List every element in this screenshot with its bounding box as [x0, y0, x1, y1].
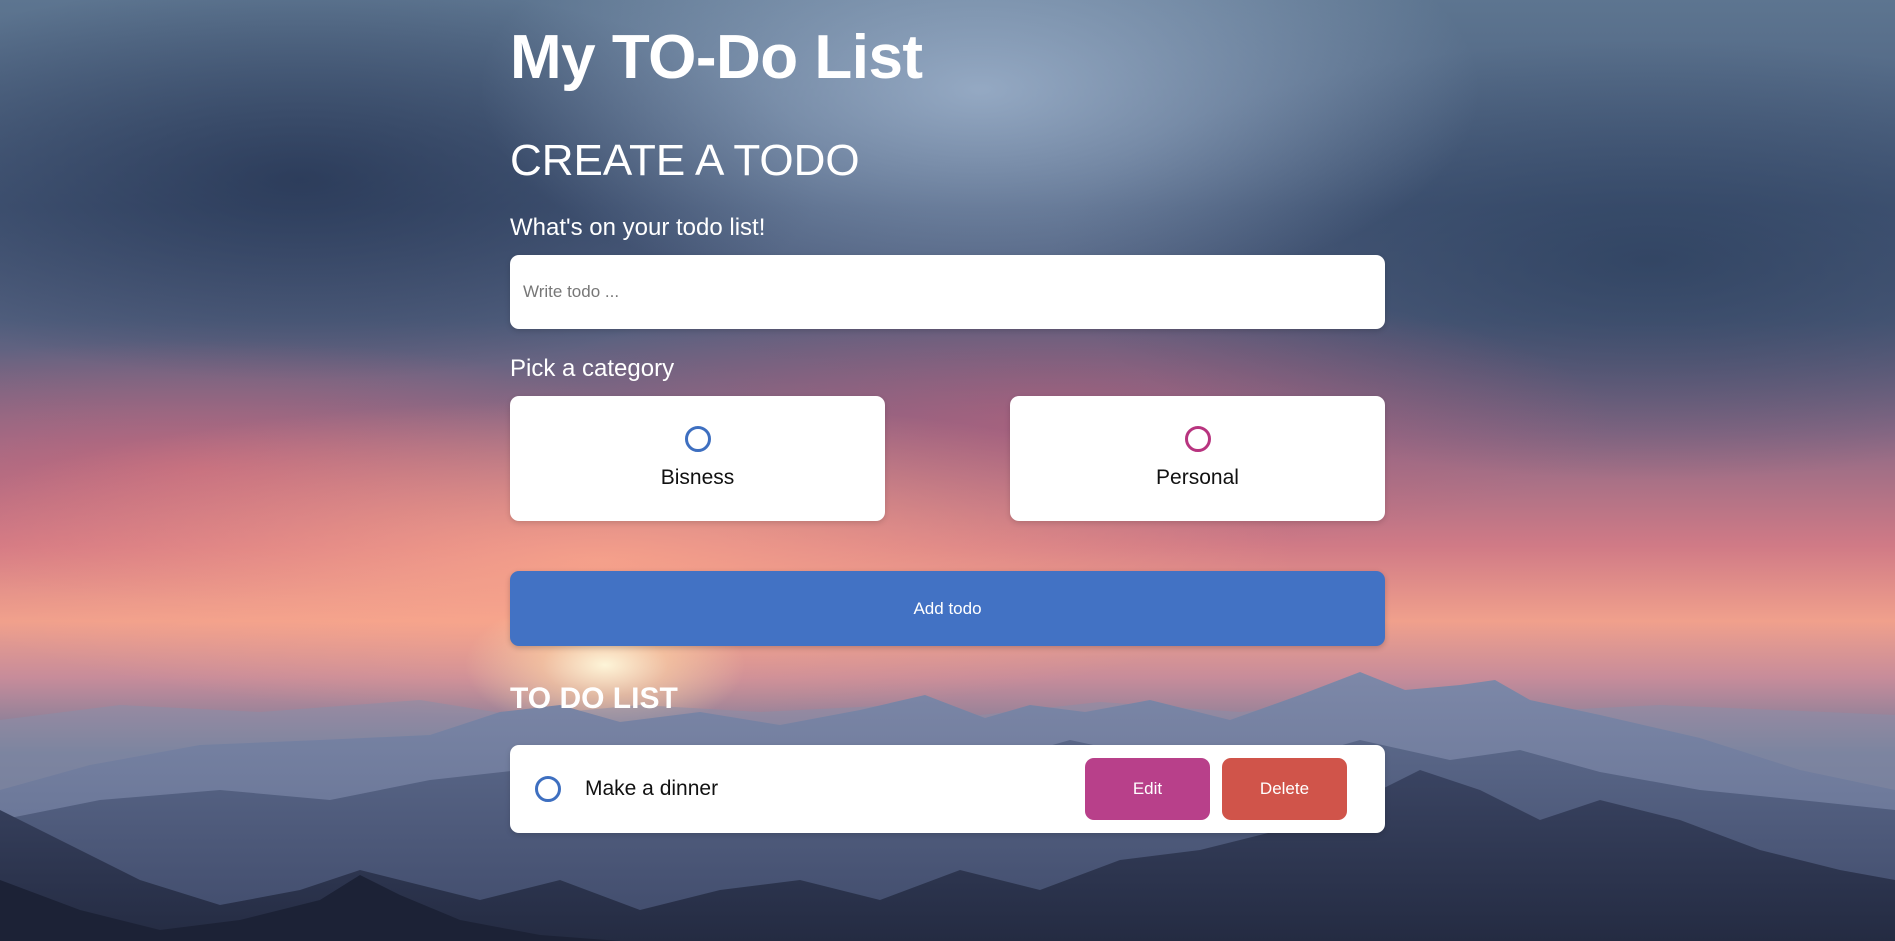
category-name: Personal: [1156, 466, 1239, 489]
add-todo-button[interactable]: Add todo: [510, 571, 1385, 646]
todo-item-text: Make a dinner: [585, 777, 719, 800]
business-radio[interactable]: [684, 426, 711, 452]
create-todo-heading: CREATE A TODO: [510, 136, 860, 185]
todo-list-heading: TO DO LIST: [510, 682, 678, 715]
todo-complete-checkbox[interactable]: [535, 776, 561, 802]
app-title: My TO-Do List: [510, 23, 923, 92]
category-option-personal[interactable]: Personal: [1010, 396, 1385, 521]
category-label: Pick a category: [510, 355, 675, 382]
edit-button[interactable]: Edit: [1085, 758, 1210, 820]
todo-input-label: What's on your todo list!: [510, 214, 766, 241]
todo-item: Make a dinner Edit Delete: [510, 745, 1385, 833]
category-name: Bisness: [660, 466, 735, 489]
delete-button[interactable]: Delete: [1222, 758, 1347, 820]
todo-input[interactable]: [510, 255, 1385, 329]
category-option-business[interactable]: Bisness: [510, 396, 885, 521]
personal-radio[interactable]: [1184, 426, 1211, 452]
